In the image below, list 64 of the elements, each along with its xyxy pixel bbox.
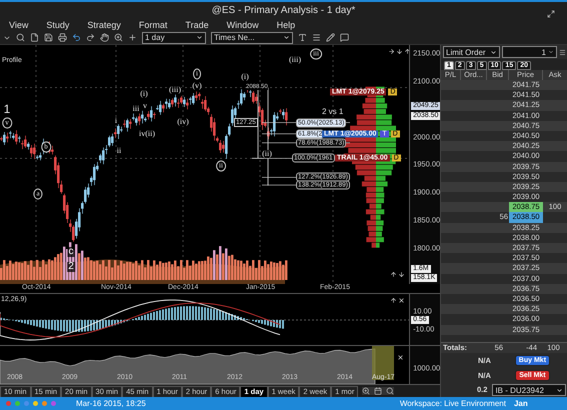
up-arrow-icon[interactable] bbox=[404, 48, 410, 55]
range-selection[interactable] bbox=[372, 346, 394, 380]
wave-label: (i) bbox=[140, 90, 148, 98]
menu-item[interactable]: Trade bbox=[185, 20, 209, 30]
caret-icon[interactable] bbox=[283, 34, 290, 41]
down-arrow-icon[interactable] bbox=[398, 271, 405, 278]
menu-item[interactable]: Study bbox=[46, 20, 70, 30]
expand-icon[interactable] bbox=[547, 10, 555, 18]
wave-label: 2 bbox=[67, 262, 75, 272]
up-arrow-icon[interactable] bbox=[390, 296, 397, 304]
wave-label: ii bbox=[116, 147, 122, 155]
account-dropdown[interactable]: IB - DU23942 bbox=[492, 384, 566, 396]
menu-item[interactable]: Window bbox=[226, 20, 259, 30]
close-icon[interactable] bbox=[397, 354, 404, 362]
wave-label: (iii) bbox=[169, 86, 181, 94]
comment-icon[interactable] bbox=[340, 33, 349, 42]
search-icon[interactable] bbox=[386, 387, 394, 396]
crosshair-icon[interactable] bbox=[128, 33, 137, 42]
menu-item[interactable]: Strategy bbox=[87, 20, 121, 30]
lines-icon[interactable] bbox=[312, 33, 321, 42]
workspace-label: Workspace: Live Environment bbox=[400, 399, 506, 408]
close-icon[interactable] bbox=[398, 296, 405, 304]
window-title: @ES - Primary Analysis - 1 day* bbox=[212, 4, 356, 16]
down-arrow-icon[interactable] bbox=[396, 48, 403, 55]
wave-label: i bbox=[114, 117, 118, 125]
status-time: Mar-16 2015, 18:25 bbox=[76, 399, 146, 408]
wave-label: (v) bbox=[192, 82, 202, 90]
up-arrow-icon[interactable] bbox=[390, 271, 397, 278]
menu-item[interactable]: Help bbox=[276, 20, 296, 30]
caret-icon[interactable] bbox=[556, 386, 564, 394]
save-icon[interactable] bbox=[44, 33, 53, 42]
caret-icon[interactable] bbox=[196, 34, 203, 41]
wave-label: iv(ii) bbox=[139, 130, 155, 138]
spinner-icon[interactable] bbox=[548, 49, 554, 55]
redo-icon[interactable] bbox=[86, 33, 95, 42]
wave-label: v bbox=[143, 102, 147, 110]
wave-label: iii bbox=[132, 105, 140, 113]
right-arrow-icon[interactable] bbox=[388, 48, 395, 55]
wave-label: 1 bbox=[4, 103, 10, 115]
calendar-icon[interactable] bbox=[374, 387, 382, 396]
wave-label: (iv) bbox=[177, 118, 189, 126]
pencil-icon[interactable] bbox=[326, 33, 335, 42]
zoom-icon[interactable] bbox=[362, 387, 370, 396]
quantity-field[interactable]: 1 bbox=[502, 46, 557, 58]
wave-label: (ii) bbox=[262, 150, 272, 158]
printer-icon[interactable] bbox=[58, 33, 67, 42]
font-size-icon[interactable] bbox=[298, 33, 307, 42]
menu-item[interactable]: View bbox=[9, 20, 28, 30]
interval-dropdown[interactable]: 1 day bbox=[142, 32, 206, 44]
undo-icon[interactable] bbox=[72, 33, 81, 42]
file-icon[interactable] bbox=[30, 33, 39, 42]
search-icon[interactable] bbox=[16, 33, 25, 42]
caret-icon[interactable] bbox=[490, 48, 498, 56]
font-dropdown[interactable]: Times Ne... bbox=[211, 32, 293, 44]
lines-icon[interactable] bbox=[559, 48, 566, 56]
wave-label: (iii) bbox=[289, 56, 301, 64]
order-type-dropdown[interactable]: Limit Order bbox=[443, 46, 500, 58]
wave-label: (i) bbox=[241, 73, 249, 81]
zoom-icon[interactable] bbox=[114, 33, 123, 42]
hand-icon[interactable] bbox=[100, 33, 109, 42]
compare-label: 2 vs 1 bbox=[322, 106, 344, 116]
status-text: Jan bbox=[514, 399, 528, 408]
menu-item[interactable]: Format bbox=[138, 20, 168, 30]
wave-label: c bbox=[68, 247, 74, 257]
